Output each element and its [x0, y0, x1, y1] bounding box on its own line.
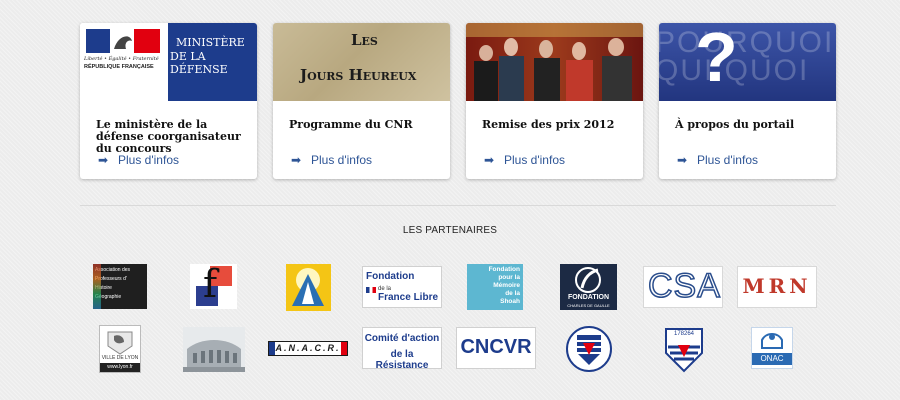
arrow-right-icon: ➡ — [484, 153, 495, 167]
card-image-jours-heureux: Les Jours Heureux — [273, 23, 450, 101]
more-info-label: Plus d'infos — [697, 153, 758, 167]
question-words: POURQUOI QUI QUOI — [659, 26, 835, 87]
building-photo-icon — [183, 327, 245, 372]
partner-logo-france-libre[interactable]: Fondation de la France Libre — [362, 266, 442, 308]
onac-emblem-icon — [761, 333, 783, 349]
partner-logo-shield-2[interactable]: 178264 — [660, 325, 708, 373]
partner-logo-memoire-shoah[interactable]: Fondation pour la Mémoire de la Shoah — [467, 264, 523, 310]
partner-logo-ville-de-lyon[interactable]: VILLE DE LYON www.lyon.fr — [99, 325, 141, 373]
card-programme-cnr[interactable]: Les Jours Heureux Programme du CNR ➡ Plus… — [273, 23, 450, 179]
f-logo-letter: f — [203, 264, 218, 306]
card-image-group-photo — [466, 23, 643, 101]
more-info-link[interactable]: ➡ Plus d'infos — [98, 153, 179, 167]
ministere-line2: DE LA DÉFENSE — [170, 50, 228, 76]
card-image-ministere: Liberté • Égalité • Fraternité RÉPUBLIQU… — [80, 23, 257, 101]
lion-icon — [107, 331, 133, 355]
republique-label: RÉPUBLIQUE FRANÇAISE — [84, 64, 154, 70]
aphg-initial-strip — [93, 264, 101, 309]
more-info-label: Plus d'infos — [118, 153, 179, 167]
partner-logo-csa[interactable]: CSA — [643, 266, 723, 308]
partner-logo-angel[interactable] — [286, 264, 331, 311]
card-remise-prix[interactable]: Remise des prix 2012 ➡ Plus d'infos — [466, 23, 643, 179]
card-a-propos[interactable]: POURQUOI QUI QUOI ? À propos du portail … — [659, 23, 836, 179]
cross-of-lorraine-icon — [575, 267, 601, 293]
card-title: À propos du portail — [675, 118, 795, 131]
arrow-right-icon: ➡ — [98, 153, 109, 167]
more-info-link[interactable]: ➡ Plus d'infos — [484, 153, 565, 167]
arrow-right-icon: ➡ — [677, 153, 688, 167]
partner-logo-mrn[interactable]: MRN — [737, 266, 817, 308]
partner-logo-f[interactable]: f — [190, 264, 237, 309]
partner-logo-shield-1[interactable] — [565, 325, 613, 373]
question-mark-icon: ? — [695, 23, 738, 96]
partner-logo-building[interactable] — [183, 327, 245, 372]
partner-logo-comite-action-resistance[interactable]: Comité d'action de la Résistance — [362, 327, 442, 369]
partners-heading: LES PARTENAIRES — [402, 225, 498, 236]
partner-logo-anacr[interactable]: A.N.A.C.R. — [268, 341, 348, 356]
angel-icon — [292, 268, 324, 306]
republique-tagline: Liberté • Égalité • Fraternité — [84, 56, 159, 62]
feature-cards: Liberté • Égalité • Fraternité RÉPUBLIQU… — [80, 23, 836, 179]
partner-logo-aphg[interactable]: Association des Professeurs d' Histoire … — [93, 264, 147, 309]
more-info-link[interactable]: ➡ Plus d'infos — [677, 153, 758, 167]
card-title: Programme du CNR — [289, 118, 413, 131]
tricolor-bar — [366, 287, 376, 293]
arrow-right-icon: ➡ — [291, 153, 302, 167]
more-info-label: Plus d'infos — [504, 153, 565, 167]
more-info-label: Plus d'infos — [311, 153, 372, 167]
card-image-questions: POURQUOI QUI QUOI ? — [659, 23, 836, 101]
partner-logo-cncvr[interactable]: CNCVR — [456, 327, 536, 369]
card-title: Remise des prix 2012 — [482, 118, 615, 131]
card-title: Le ministère de la défense coorganisateu… — [96, 118, 241, 155]
ministere-line1: MINISTÈRE — [176, 36, 245, 49]
striped-shield-icon — [566, 326, 612, 372]
jours-heureux-line2: Jours Heureux — [300, 66, 417, 84]
partner-logo-onac[interactable]: ONAC — [751, 327, 793, 369]
section-divider — [80, 205, 836, 206]
jours-heureux-line1: Les — [351, 31, 378, 49]
partner-logo-charles-de-gaulle[interactable]: FONDATION CHARLES DE GAULLE — [560, 264, 617, 310]
more-info-link[interactable]: ➡ Plus d'infos — [291, 153, 372, 167]
card-ministere-defense[interactable]: Liberté • Égalité • Fraternité RÉPUBLIQU… — [80, 23, 257, 179]
